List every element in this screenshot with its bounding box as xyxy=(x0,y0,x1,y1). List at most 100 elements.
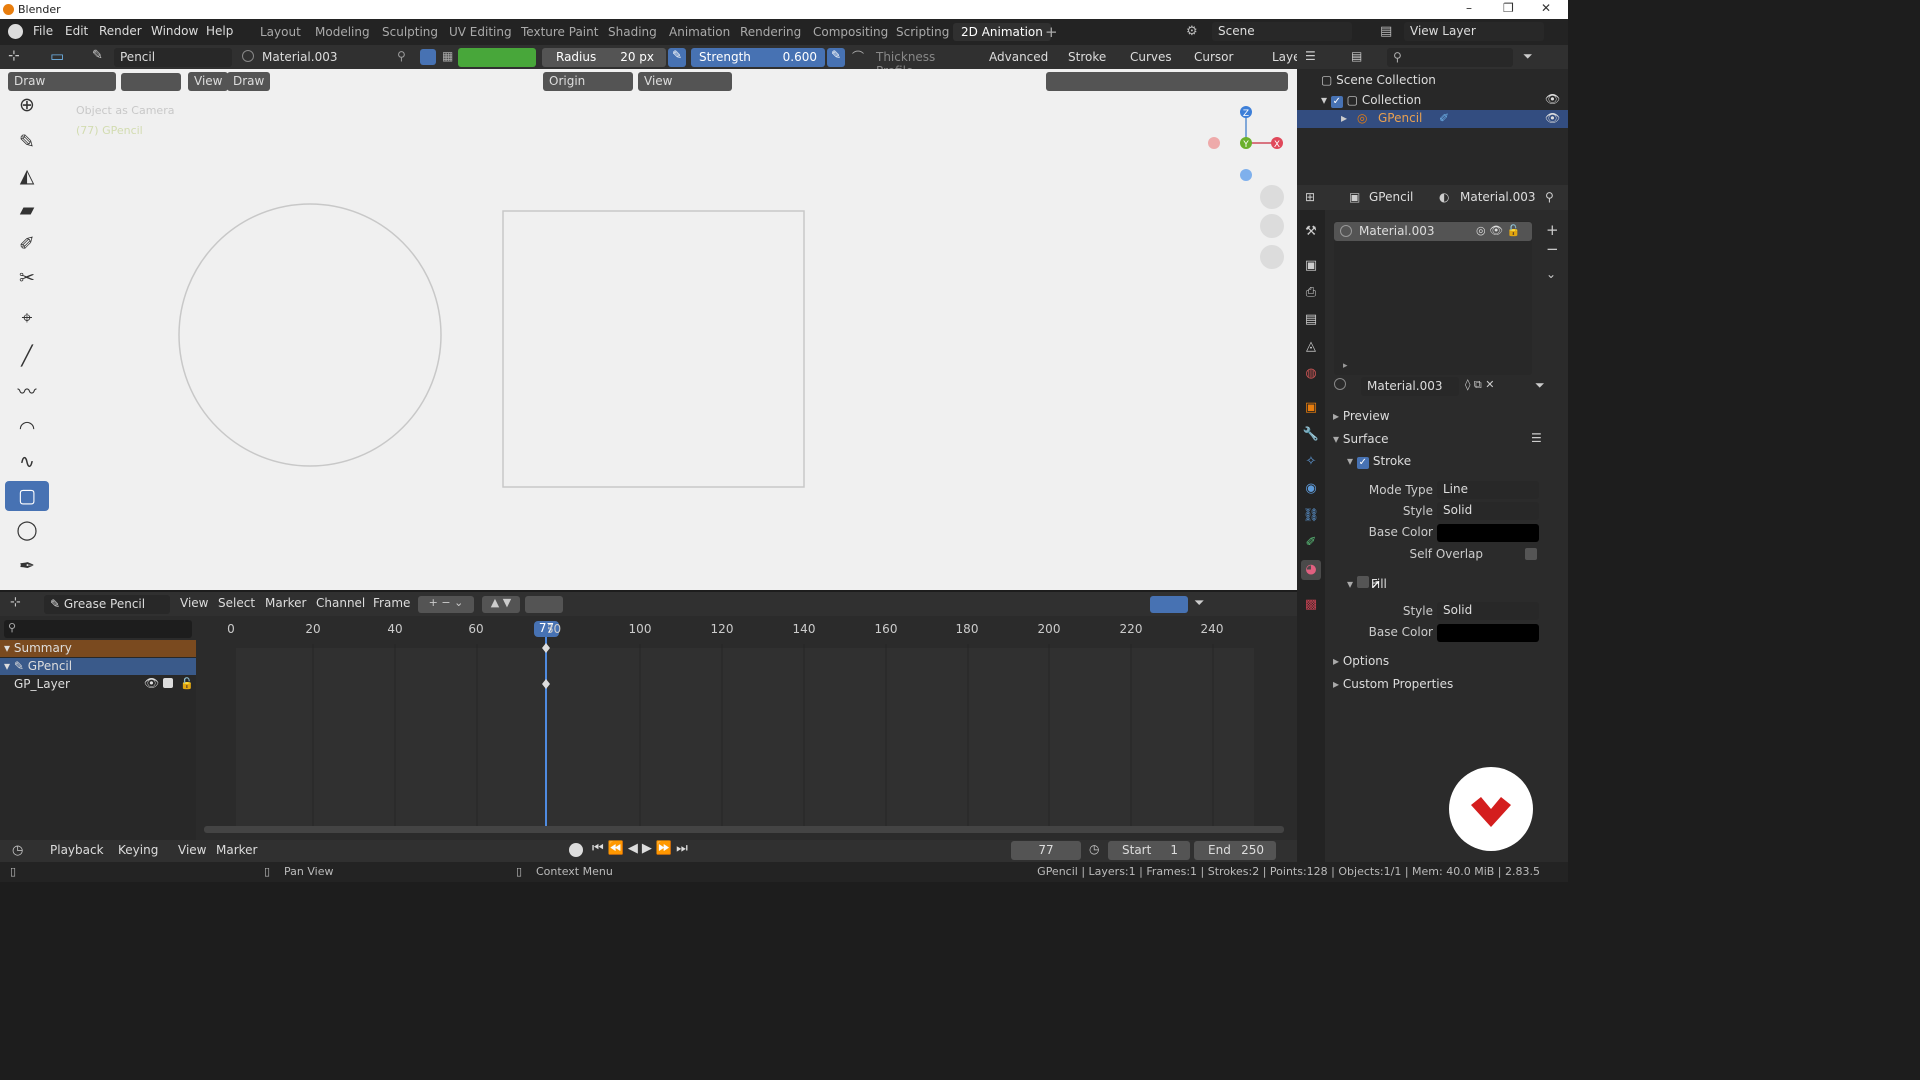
dopesheet-channel-menu[interactable]: Channel xyxy=(316,596,365,610)
tool-tab-icon[interactable]: ⚒ xyxy=(1301,222,1321,242)
material-tab-icon[interactable]: ◕ xyxy=(1301,560,1321,580)
properties-editor-icon[interactable]: ⊞ xyxy=(1305,190,1315,204)
tab-compositing[interactable]: Compositing xyxy=(805,23,896,41)
texture-mode-icon[interactable]: ▦ xyxy=(442,49,453,63)
add-workspace-icon[interactable]: + xyxy=(1045,23,1058,41)
view-layer-field[interactable]: View Layer xyxy=(1404,22,1544,41)
gizmo-neg-z[interactable] xyxy=(1240,169,1252,181)
dopesheet-mode-dropdown[interactable]: ✎ Grease Pencil xyxy=(44,595,170,614)
object-tab-icon[interactable]: ▣ xyxy=(1301,398,1321,418)
scene-tab-icon[interactable]: ◬ xyxy=(1301,337,1321,357)
thickness-profile-dropdown[interactable]: Thickness Profile xyxy=(870,48,978,78)
origin-dropdown[interactable]: Origin xyxy=(543,72,633,91)
constraints-tab-icon[interactable]: ⛓ xyxy=(1301,506,1321,526)
pan-navigation-icon[interactable] xyxy=(1260,214,1284,238)
gp-data-icon[interactable]: ✐ xyxy=(1439,111,1449,125)
stroke-color-swatch[interactable] xyxy=(1437,524,1539,542)
panel-preview[interactable]: ▸ Preview xyxy=(1333,409,1390,423)
draw-menu[interactable]: Draw xyxy=(227,72,271,91)
eyedropper-tool-icon[interactable]: ⌖ xyxy=(5,303,49,333)
collection-visibility-icon[interactable]: 👁 xyxy=(1545,92,1560,106)
arc-tool-icon[interactable]: ◠ xyxy=(5,413,49,443)
expand-icon[interactable]: ▾ xyxy=(1321,93,1331,107)
add-slot-icon[interactable]: + xyxy=(1546,221,1559,239)
self-overlap-checkbox[interactable] xyxy=(1525,548,1537,560)
material-name-field[interactable]: Material.003 xyxy=(1361,377,1459,396)
layer-label[interactable]: GP_Layer xyxy=(14,677,70,691)
layer-onion-checkbox[interactable] xyxy=(163,678,173,688)
erase-tool-icon[interactable]: ▰ xyxy=(5,195,49,225)
cutter-tool-icon[interactable]: ✂ xyxy=(5,263,49,293)
strength-pressure-icon[interactable]: ✎ xyxy=(827,48,845,67)
playback-menu[interactable]: Playback xyxy=(44,841,110,860)
menu-edit[interactable]: Edit xyxy=(65,24,88,38)
view-menu[interactable]: View xyxy=(188,72,229,91)
cursor-tool-icon[interactable]: ⊕ xyxy=(5,90,49,120)
dopesheet-select-menu[interactable]: Select xyxy=(218,596,255,610)
material-slot-row[interactable]: Material.003 ◎ 👁 🔓 xyxy=(1334,222,1532,241)
summary-keyframe[interactable] xyxy=(542,643,550,653)
channel-gpencil[interactable]: ▾ ✎ GPencil xyxy=(0,658,196,675)
menu-window[interactable]: Window xyxy=(151,24,198,38)
fill-style-dropdown[interactable]: Solid xyxy=(1437,602,1539,620)
fill-color-swatch[interactable] xyxy=(1437,624,1539,642)
only-selected-toggle[interactable] xyxy=(1150,596,1188,613)
channel-summary[interactable]: ▾ Summary xyxy=(0,640,196,657)
timeline-marker-menu[interactable]: Marker xyxy=(216,843,257,857)
tab-texture-paint[interactable]: Texture Paint xyxy=(513,23,606,41)
slot-menu-icon[interactable]: ⌄ xyxy=(1546,267,1556,281)
mode-type-dropdown[interactable]: Line xyxy=(1437,481,1539,499)
tab-2d-animation[interactable]: 2D Animation xyxy=(953,23,1051,41)
start-field[interactable]: Start 1 xyxy=(1108,841,1190,860)
gp-snap-buttons[interactable] xyxy=(121,73,181,91)
gpencil-visibility-icon[interactable]: 👁 xyxy=(1545,111,1560,125)
fill-tool-icon[interactable]: ◭ xyxy=(5,161,49,191)
outliner-search-icon[interactable]: ⚲ xyxy=(1387,48,1513,67)
end-field[interactable]: End 250 xyxy=(1194,841,1276,860)
layer-keyframe[interactable] xyxy=(542,679,550,689)
physics-tab-icon[interactable]: ◉ xyxy=(1301,479,1321,499)
pin-icon[interactable]: ⚲ xyxy=(397,49,406,63)
dopesheet-view-menu[interactable]: View xyxy=(180,596,208,610)
tab-shading[interactable]: Shading xyxy=(600,23,665,41)
draw-tool-icon[interactable]: ✎ xyxy=(5,127,49,157)
current-frame-field[interactable]: 77 xyxy=(1011,841,1081,860)
expand-icon[interactable]: ▾ ✎ xyxy=(4,659,28,673)
radius-value[interactable]: 20 px xyxy=(620,50,654,64)
tab-layout[interactable]: Layout xyxy=(252,23,309,41)
expand-icon[interactable]: ▸ xyxy=(1341,111,1347,125)
tab-scripting[interactable]: Scripting xyxy=(888,23,957,41)
record-icon[interactable] xyxy=(569,843,583,857)
texture-tab-icon[interactable]: ▩ xyxy=(1301,595,1321,615)
keying-menu[interactable]: Keying xyxy=(112,841,164,860)
menu-render[interactable]: Render xyxy=(99,24,142,38)
strength-slider[interactable]: Strength 0.600 xyxy=(691,48,825,67)
preview-range-icon[interactable]: ◷ xyxy=(1089,842,1099,856)
layer-visibility-icon[interactable]: 👁 xyxy=(144,676,159,690)
viewport-shading-buttons[interactable] xyxy=(1046,72,1288,91)
render-tab-icon[interactable]: ▣ xyxy=(1301,256,1321,276)
fill-checkbox[interactable] xyxy=(1356,576,1369,588)
tab-animation[interactable]: Animation xyxy=(661,23,738,41)
layer-dropdown[interactable]: Laye xyxy=(1266,48,1297,67)
timeline-editor-icon[interactable]: ◷ xyxy=(12,843,23,858)
data-tab-icon[interactable]: ✐ xyxy=(1301,533,1321,553)
playback-controls-icon[interactable]: ⏮⏪◀▶⏩⏭ xyxy=(592,841,692,856)
camera-navigation-icon[interactable] xyxy=(1260,245,1284,269)
layer-lock-icon[interactable]: 🔓 xyxy=(180,677,194,690)
scene-field[interactable]: Scene xyxy=(1212,22,1352,41)
display-mode-icon[interactable]: ▤ xyxy=(1351,49,1362,63)
line-tool-icon[interactable]: ╱ xyxy=(5,341,49,371)
close-icon[interactable]: ✕ xyxy=(1541,1,1551,15)
stroke-checkbox[interactable]: ✓ xyxy=(1356,457,1369,469)
dopesheet-scrollbar[interactable] xyxy=(204,826,1284,833)
material-user-buttons[interactable]: ◊ ⧉ ✕ xyxy=(1465,378,1495,392)
expand-list-icon[interactable]: ▸ xyxy=(1343,361,1348,371)
dopesheet-editor-icon[interactable]: ⊹ xyxy=(10,595,21,610)
brush-field[interactable]: Pencil xyxy=(114,48,232,67)
box-tool-icon[interactable]: ▢ xyxy=(5,481,49,511)
style-dropdown[interactable]: Solid xyxy=(1437,502,1539,520)
mode-dropdown[interactable]: Draw xyxy=(8,72,116,91)
outliner-editor-icon[interactable]: ☰ xyxy=(1305,49,1316,63)
layer-lock-buttons[interactable] xyxy=(525,596,563,613)
